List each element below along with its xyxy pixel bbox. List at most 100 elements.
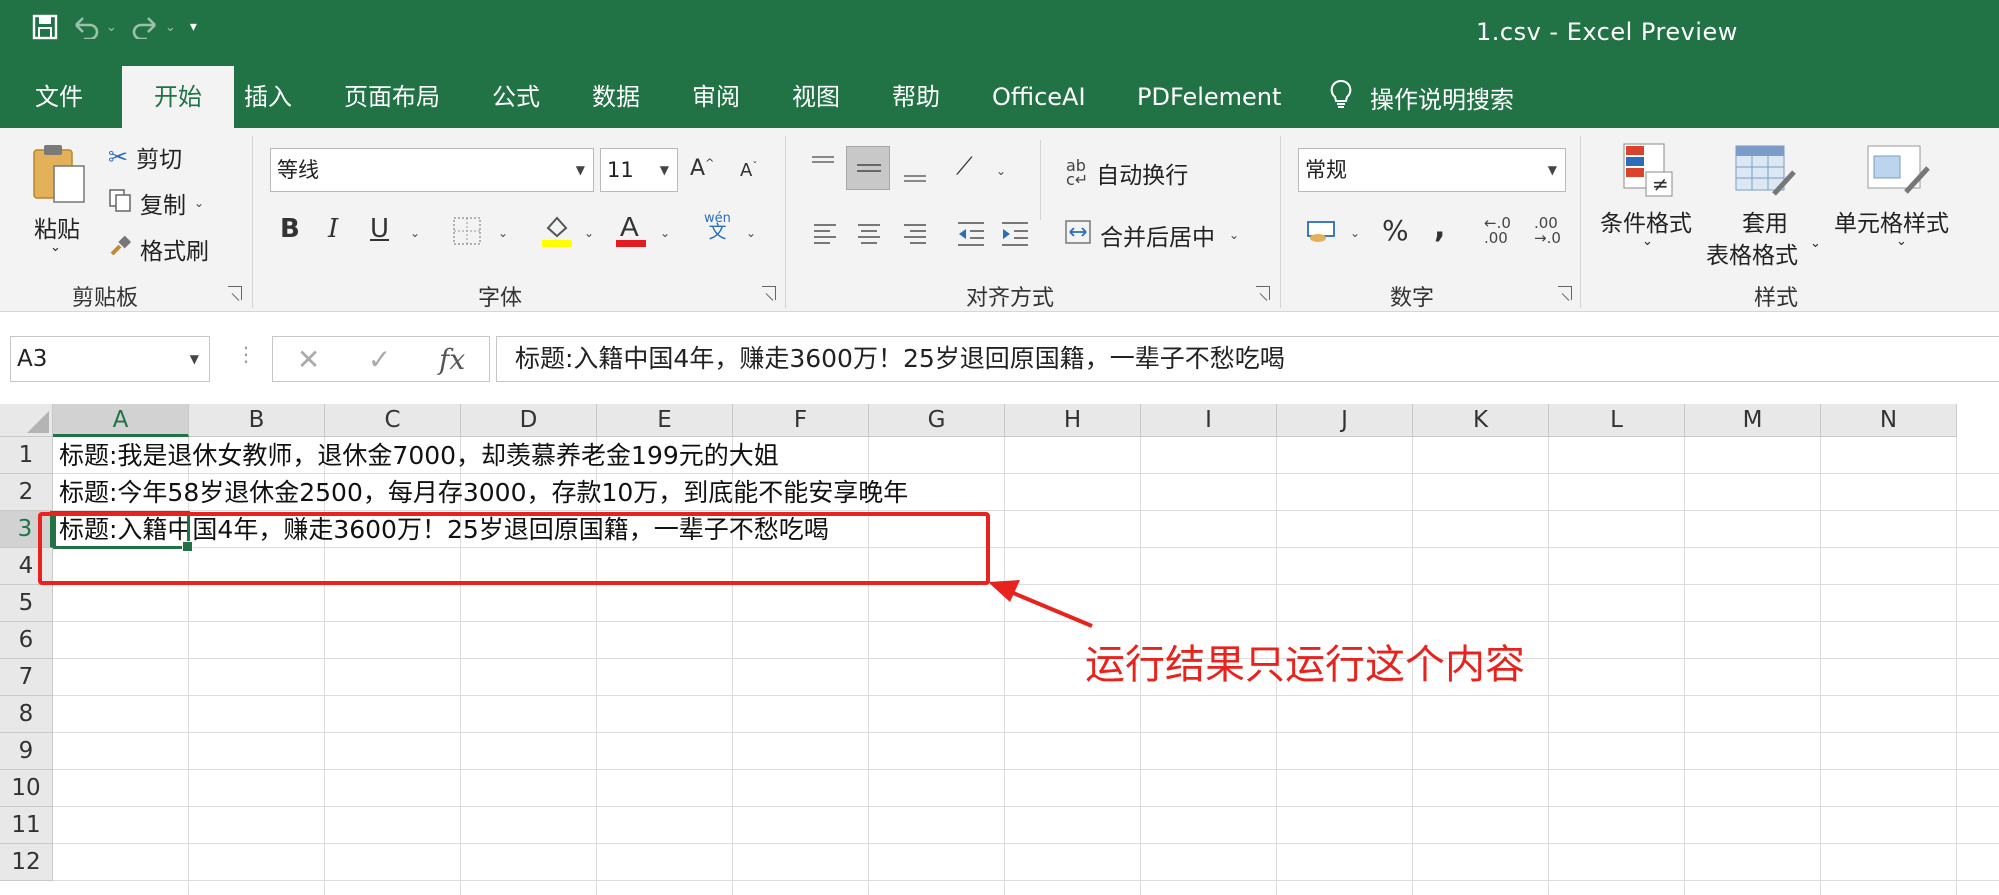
cell-styles-button[interactable]: 单元格样式 ⌄ bbox=[1834, 142, 1994, 272]
column-header-k[interactable]: K bbox=[1413, 404, 1549, 437]
tab-view[interactable]: 视图 bbox=[792, 66, 840, 128]
cut-button[interactable]: ✂ 剪切 bbox=[108, 140, 182, 174]
tab-insert[interactable]: 插入 bbox=[244, 66, 292, 128]
cell-area[interactable]: 标题:我是退休女教师，退休金7000，却羡慕养老金199元的大姐 标题:今年58… bbox=[53, 437, 1999, 895]
select-all-button[interactable] bbox=[0, 404, 53, 437]
column-header-l[interactable]: L bbox=[1549, 404, 1685, 437]
row-header-7[interactable]: 7 bbox=[0, 659, 53, 696]
row-header-6[interactable]: 6 bbox=[0, 622, 53, 659]
insert-function-button[interactable]: fx bbox=[439, 343, 465, 376]
tab-page-layout[interactable]: 页面布局 bbox=[344, 66, 440, 128]
align-middle-button[interactable] bbox=[846, 146, 890, 190]
tab-officeai[interactable]: OfficeAI bbox=[992, 66, 1086, 128]
alignment-launcher-icon[interactable] bbox=[1256, 286, 1270, 300]
phonetic-dropdown-icon[interactable]: ⌄ bbox=[746, 226, 756, 240]
currency-dropdown-icon[interactable]: ⌄ bbox=[1350, 226, 1360, 240]
align-center-icon[interactable] bbox=[856, 222, 882, 250]
format-painter-button[interactable]: 格式刷 bbox=[108, 232, 209, 266]
increase-indent-icon[interactable] bbox=[1000, 220, 1030, 252]
fill-color-icon[interactable] bbox=[540, 212, 574, 252]
decrease-decimal-icon[interactable]: .00 →.0 bbox=[1534, 216, 1561, 246]
tab-pdfelement[interactable]: PDFelement bbox=[1137, 66, 1281, 128]
align-top-icon[interactable] bbox=[810, 154, 836, 178]
tab-formulas[interactable]: 公式 bbox=[492, 66, 540, 128]
borders-dropdown-icon[interactable]: ⌄ bbox=[498, 226, 508, 240]
underline-button[interactable]: U bbox=[370, 214, 389, 244]
format-as-table-button[interactable]: 套用 表格格式 ⌄ bbox=[1706, 142, 1824, 282]
column-header-c[interactable]: C bbox=[325, 404, 461, 437]
column-header-d[interactable]: D bbox=[461, 404, 597, 437]
font-launcher-icon[interactable] bbox=[762, 286, 776, 300]
row-header-1[interactable]: 1 bbox=[0, 437, 53, 474]
copy-button[interactable]: 复制 ⌄ bbox=[108, 186, 204, 220]
copy-dropdown-icon[interactable]: ⌄ bbox=[194, 196, 204, 210]
cancel-icon[interactable]: ✕ bbox=[297, 343, 320, 376]
tab-review[interactable]: 审阅 bbox=[692, 66, 740, 128]
formula-input[interactable]: 标题:入籍中国4年，赚走3600万！25岁退回原国籍，一辈子不愁吃喝 bbox=[496, 336, 1999, 382]
font-color-dropdown-icon[interactable]: ⌄ bbox=[660, 226, 670, 240]
undo-dropdown-icon[interactable]: ⌄ bbox=[106, 20, 117, 35]
tab-help[interactable]: 帮助 bbox=[892, 66, 940, 128]
cell-a1[interactable]: 标题:我是退休女教师，退休金7000，却羡慕养老金199元的大姐 bbox=[59, 437, 779, 474]
name-box[interactable]: A3 ▼ bbox=[10, 336, 210, 382]
enter-icon[interactable]: ✓ bbox=[368, 343, 391, 376]
currency-icon[interactable] bbox=[1306, 216, 1338, 250]
column-header-a[interactable]: A bbox=[53, 404, 189, 437]
merge-dropdown-icon[interactable]: ⌄ bbox=[1229, 228, 1239, 242]
column-header-m[interactable]: M bbox=[1685, 404, 1821, 437]
column-header-b[interactable]: B bbox=[189, 404, 325, 437]
tab-file[interactable]: 文件 bbox=[35, 66, 83, 128]
paste-dropdown-icon[interactable]: ⌄ bbox=[50, 240, 61, 255]
column-header-n[interactable]: N bbox=[1821, 404, 1957, 437]
orientation-dropdown-icon[interactable]: ⌄ bbox=[996, 164, 1006, 178]
column-header-g[interactable]: G bbox=[869, 404, 1005, 437]
paste-button[interactable]: 粘贴 ⌄ bbox=[28, 142, 90, 262]
clipboard-launcher-icon[interactable] bbox=[228, 286, 242, 300]
row-header-10[interactable]: 10 bbox=[0, 770, 53, 807]
decrease-indent-icon[interactable] bbox=[956, 220, 986, 252]
tab-data[interactable]: 数据 bbox=[592, 66, 640, 128]
cell-a2[interactable]: 标题:今年58岁退休金2500，每月存3000，存款10万，到底能不能安享晚年 bbox=[59, 474, 908, 511]
increase-decimal-icon[interactable]: ←.0.00 bbox=[1484, 216, 1511, 246]
tell-me-search[interactable]: 操作说明搜索 bbox=[1330, 66, 1514, 128]
row-header-9[interactable]: 9 bbox=[0, 733, 53, 770]
orientation-icon[interactable]: ⟋ bbox=[956, 152, 973, 180]
decrease-font-icon[interactable]: Aˇ bbox=[740, 160, 757, 181]
align-bottom-icon[interactable] bbox=[902, 166, 928, 190]
column-header-i[interactable]: I bbox=[1141, 404, 1277, 437]
row-header-11[interactable]: 11 bbox=[0, 807, 53, 844]
column-header-h[interactable]: H bbox=[1005, 404, 1141, 437]
column-header-e[interactable]: E bbox=[597, 404, 733, 437]
borders-icon[interactable] bbox=[452, 216, 482, 250]
font-size-combo[interactable]: 11 ▼ bbox=[600, 148, 678, 192]
number-launcher-icon[interactable] bbox=[1558, 286, 1572, 300]
font-name-combo[interactable]: 等线 ▼ bbox=[270, 148, 594, 192]
save-icon[interactable] bbox=[32, 14, 58, 40]
column-header-j[interactable]: J bbox=[1277, 404, 1413, 437]
merge-center-button[interactable]: 合并后居中 ⌄ bbox=[1064, 218, 1239, 252]
row-header-8[interactable]: 8 bbox=[0, 696, 53, 733]
underline-dropdown-icon[interactable]: ⌄ bbox=[410, 226, 420, 240]
wrap-text-button[interactable]: ab c↵ 自动换行 bbox=[1066, 156, 1188, 190]
row-header-12[interactable]: 12 bbox=[0, 844, 53, 881]
fill-color-dropdown-icon[interactable]: ⌄ bbox=[584, 226, 594, 240]
phonetic-icon[interactable]: wén 文 bbox=[704, 212, 731, 242]
number-format-combo[interactable]: 常规 ▼ bbox=[1298, 148, 1566, 192]
comma-button[interactable]: , bbox=[1434, 210, 1445, 245]
redo-dropdown-icon[interactable]: ⌄ bbox=[165, 20, 176, 35]
conditional-formatting-button[interactable]: ≠ 条件格式 ⌄ bbox=[1598, 142, 1702, 272]
redo-icon[interactable] bbox=[131, 15, 159, 39]
customize-toolbar-icon[interactable]: ▾ bbox=[190, 19, 197, 35]
formula-bar-grip-icon[interactable]: ⋮ bbox=[236, 342, 256, 366]
percent-button[interactable]: % bbox=[1382, 214, 1409, 247]
undo-icon[interactable] bbox=[72, 15, 100, 39]
row-header-5[interactable]: 5 bbox=[0, 585, 53, 622]
bold-button[interactable]: B bbox=[280, 214, 300, 244]
align-left-icon[interactable] bbox=[812, 222, 838, 250]
row-header-2[interactable]: 2 bbox=[0, 474, 53, 511]
tab-home[interactable]: 开始 bbox=[122, 66, 234, 128]
increase-font-icon[interactable]: A^ bbox=[690, 156, 714, 181]
align-right-icon[interactable] bbox=[902, 222, 928, 250]
font-color-icon[interactable]: A bbox=[614, 210, 648, 252]
column-header-f[interactable]: F bbox=[733, 404, 869, 437]
